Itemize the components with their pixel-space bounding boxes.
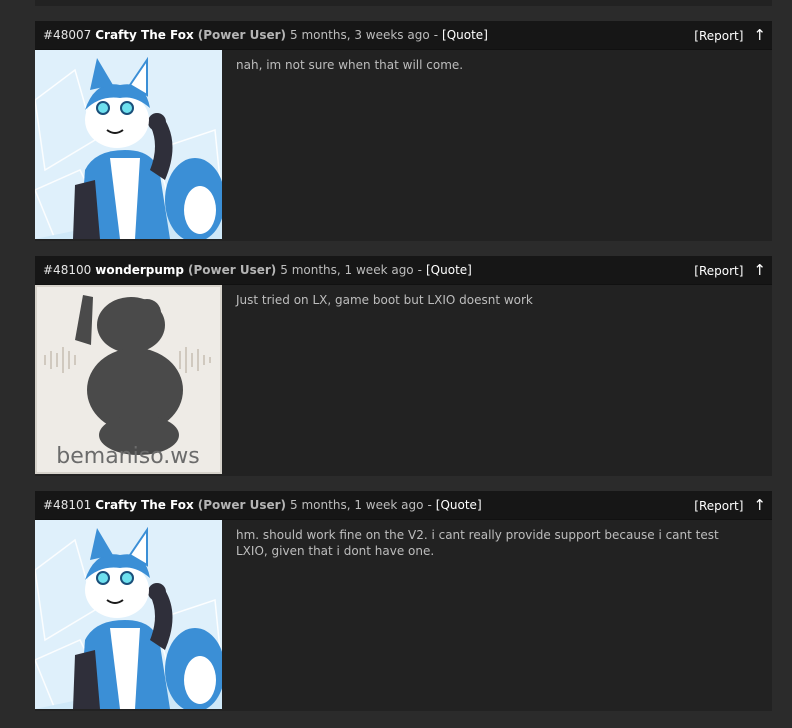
post-author[interactable]: wonderpump <box>95 263 184 277</box>
report-link[interactable]: [Report] <box>694 29 743 43</box>
quote-link[interactable]: [Quote] <box>442 28 488 42</box>
forum-post: #48100 wonderpump (Power User) 5 months,… <box>35 256 772 476</box>
scroll-up-arrow-icon[interactable]: ↑ <box>753 498 766 513</box>
avatar-watermark-text: bemaniso.ws <box>56 444 199 469</box>
post-number[interactable]: #48101 <box>43 498 91 512</box>
post-author[interactable]: Crafty The Fox <box>95 498 194 512</box>
quote-link[interactable]: [Quote] <box>426 263 472 277</box>
separator: - <box>433 28 439 42</box>
fox-avatar[interactable] <box>35 50 222 239</box>
post-header: #48100 wonderpump (Power User) 5 months,… <box>35 256 772 285</box>
scroll-up-arrow-icon[interactable]: ↑ <box>753 28 766 43</box>
post-author[interactable]: Crafty The Fox <box>95 28 194 42</box>
author-role: (Power User) <box>197 498 287 512</box>
post-time: 5 months, 3 weeks ago <box>290 28 430 42</box>
author-role: (Power User) <box>197 28 287 42</box>
post-message: Just tried on LX, game boot but LXIO doe… <box>236 293 533 307</box>
post-message: nah, im not sure when that will come. <box>236 58 464 72</box>
post-number[interactable]: #48100 <box>43 263 91 277</box>
post-time: 5 months, 1 week ago <box>290 498 424 512</box>
forum-post: #48101 Crafty The Fox (Power User) 5 mon… <box>35 491 772 711</box>
separator: - <box>417 263 422 277</box>
forum-post: #48007 Crafty The Fox (Power User) 5 mon… <box>35 21 772 241</box>
post-message: hm. should work fine on the V2. i cant r… <box>236 528 719 558</box>
author-role: (Power User) <box>187 263 277 277</box>
quote-link[interactable]: [Quote] <box>436 498 482 512</box>
post-header: #48007 Crafty The Fox (Power User) 5 mon… <box>35 21 772 50</box>
post-number[interactable]: #48007 <box>43 28 91 42</box>
report-link[interactable]: [Report] <box>694 264 743 278</box>
default-avatar[interactable]: bemaniso.ws <box>35 285 222 474</box>
post-header: #48101 Crafty The Fox (Power User) 5 mon… <box>35 491 772 520</box>
previous-post-tail <box>35 0 772 6</box>
report-link[interactable]: [Report] <box>694 499 743 513</box>
fox-avatar[interactable] <box>35 520 222 709</box>
scroll-up-arrow-icon[interactable]: ↑ <box>753 263 766 278</box>
post-time: 5 months, 1 week ago <box>280 263 414 277</box>
separator: - <box>427 498 432 512</box>
